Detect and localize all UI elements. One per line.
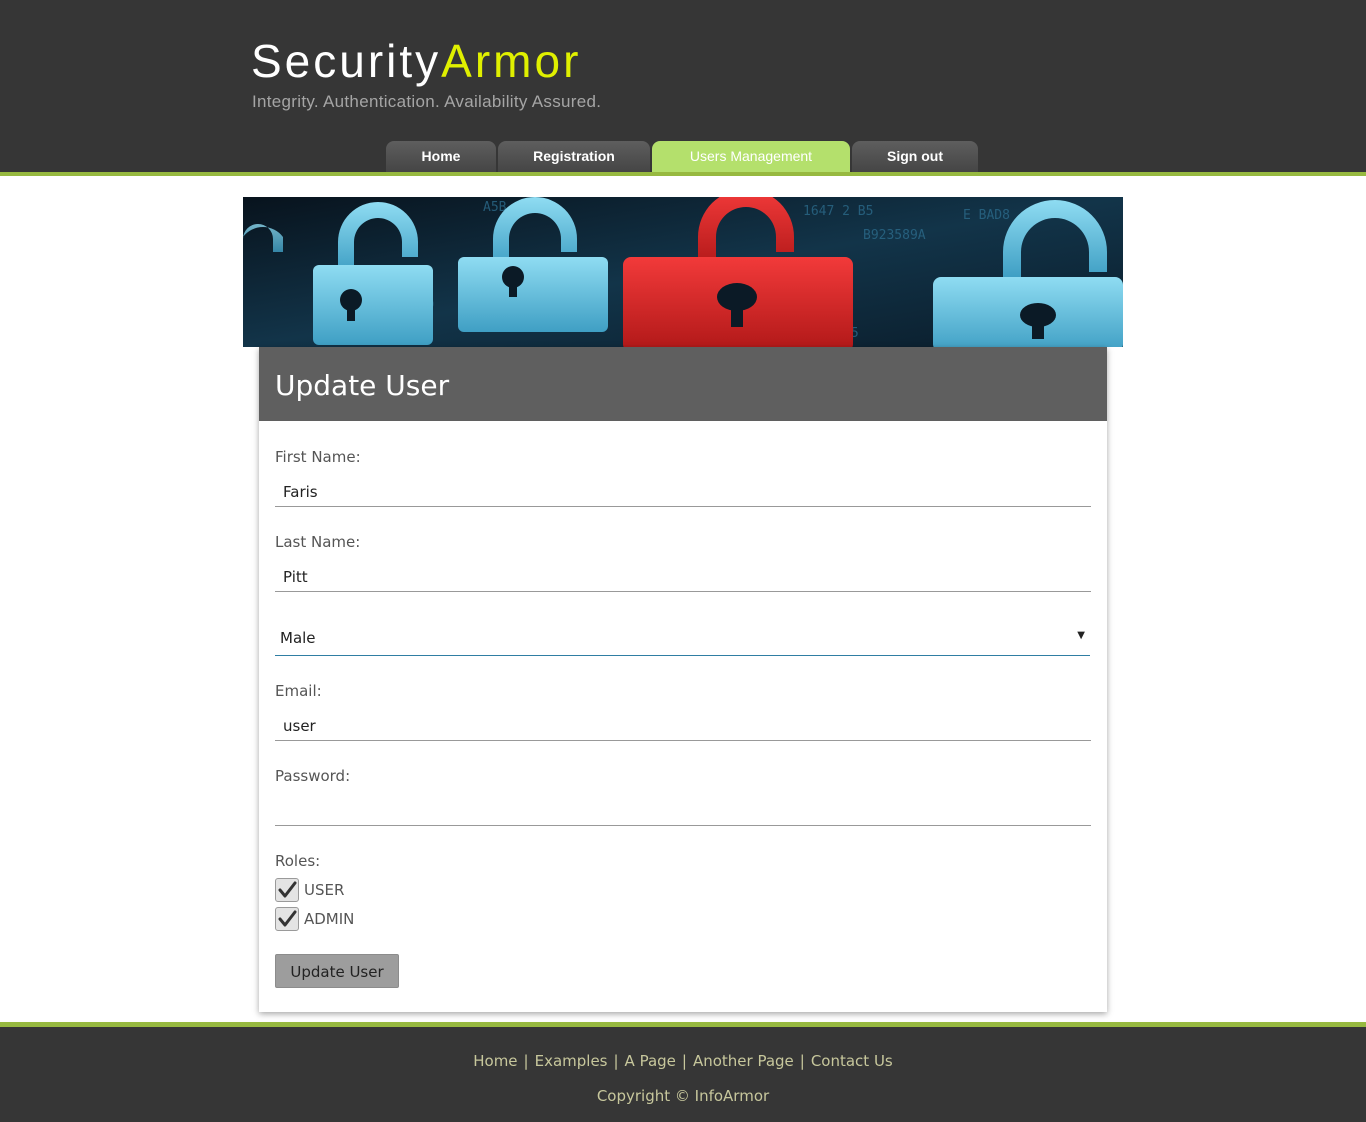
svg-text:1647 2 B5: 1647 2 B5 [803, 204, 873, 219]
checkmark-icon [278, 910, 297, 927]
header-divider [0, 172, 1366, 176]
footer-link-contact-us[interactable]: Contact Us [811, 1052, 893, 1070]
site-footer: Home | Examples | A Page | Another Page | Contac… [0, 1027, 1366, 1122]
roles-label: Roles: [275, 852, 321, 870]
checkmark-icon [278, 881, 297, 898]
logo-text-armor: Armor [441, 35, 582, 87]
logo-text-security: Security [251, 35, 442, 87]
email-field[interactable] [275, 711, 1091, 741]
card-header: Update User [259, 347, 1107, 421]
chevron-down-icon: ▼ [1077, 630, 1085, 641]
svg-text:B923589A: B923589A [863, 228, 926, 243]
email-label: Email: [275, 682, 322, 700]
nav-tab-users-management[interactable]: Users Management [652, 141, 850, 172]
security-banner-image: A5B 4 6 1647 2 B5 B923589A E BAD8 509 F0… [243, 197, 1123, 347]
footer-link-another-page[interactable]: Another Page [693, 1052, 794, 1070]
copyright-text: Copyright © InfoArmor [596, 1087, 770, 1105]
nav-tab-sign-out[interactable]: Sign out [852, 141, 978, 172]
footer-link-examples[interactable]: Examples [535, 1052, 608, 1070]
page-title: Update User [275, 369, 450, 402]
gender-select[interactable]: Male ▼ [275, 620, 1090, 656]
update-user-button[interactable]: Update User [275, 954, 399, 988]
footer-separator: | [799, 1052, 805, 1070]
role-user-label: USER [304, 881, 345, 899]
gender-select-value: Male [280, 629, 316, 647]
first-name-label: First Name: [275, 448, 361, 466]
footer-separator: | [613, 1052, 619, 1070]
role-admin-checkbox[interactable] [275, 907, 299, 931]
footer-separator: | [523, 1052, 529, 1070]
footer-link-a-page[interactable]: A Page [625, 1052, 676, 1070]
password-field[interactable] [275, 796, 1091, 826]
update-user-card: Update User First Name: Last Name: Male … [259, 347, 1107, 1012]
last-name-field[interactable] [275, 562, 1091, 592]
footer-link-home[interactable]: Home [473, 1052, 517, 1070]
nav-tab-home[interactable]: Home [386, 141, 496, 172]
role-user-checkbox[interactable] [275, 878, 299, 902]
site-logo: SecurityArmor [251, 34, 581, 88]
footer-separator: | [681, 1052, 687, 1070]
last-name-label: Last Name: [275, 533, 361, 551]
site-tagline: Integrity. Authentication. Availability … [252, 92, 602, 111]
role-admin-label: ADMIN [304, 910, 355, 928]
site-header: SecurityArmor Integrity. Authentication.… [0, 0, 1366, 172]
footer-links: Home | Examples | A Page | Another Page | Contac… [0, 1052, 1366, 1070]
svg-text:E BAD8: E BAD8 [963, 208, 1010, 223]
nav-tab-registration[interactable]: Registration [498, 141, 650, 172]
password-label: Password: [275, 767, 351, 785]
first-name-field[interactable] [275, 477, 1091, 507]
